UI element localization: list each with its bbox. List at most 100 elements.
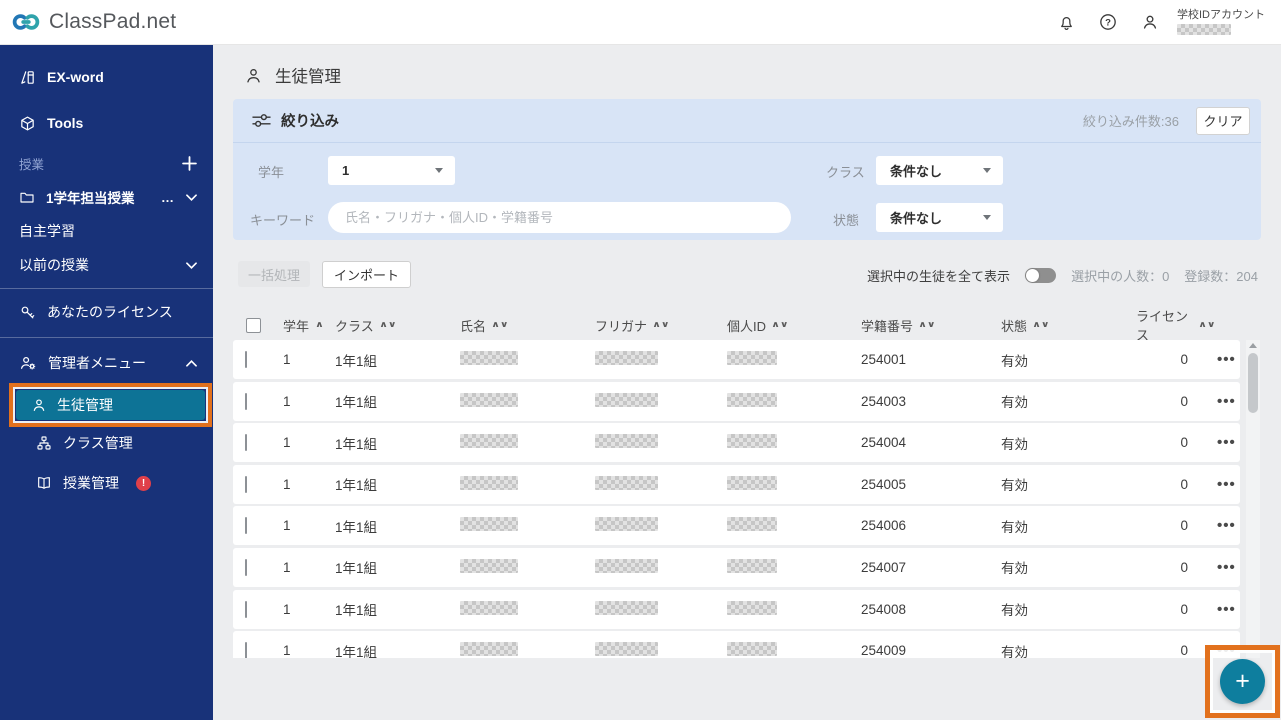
table-scrollbar[interactable] <box>1246 340 1260 658</box>
row-menu-button[interactable]: ••• <box>1214 559 1240 576</box>
grade-select[interactable]: 1 <box>328 156 455 185</box>
sidebar-item-exword[interactable]: EX-word <box>0 61 213 93</box>
cell-grade: 1 <box>273 602 323 617</box>
class-select[interactable]: 条件なし <box>876 156 1003 185</box>
sort-both-icon: ∧∨ <box>1198 322 1215 328</box>
status-select-value: 条件なし <box>890 208 983 227</box>
row-menu-button[interactable]: ••• <box>1214 434 1240 451</box>
column-header-name[interactable]: 氏名∧∨ <box>448 316 583 335</box>
select-all-checkbox[interactable] <box>246 318 261 333</box>
row-menu-button[interactable]: ••• <box>1214 476 1240 493</box>
main-content: 生徒管理 絞り込み 絞り込み件数:36 クリア 学年 1 <box>213 45 1281 720</box>
sidebar-item-self-study[interactable]: 自主学習 <box>0 215 213 247</box>
row-checkbox[interactable] <box>245 517 247 534</box>
keyword-search-input[interactable] <box>328 202 791 233</box>
column-header-class[interactable]: クラス∧∨ <box>323 316 448 335</box>
brand[interactable]: ClassPad.net <box>12 8 176 36</box>
chevron-down-icon[interactable] <box>186 262 197 269</box>
sidebar-item-label: 生徒管理 <box>57 395 113 415</box>
cell-license: 0 <box>1124 602 1214 617</box>
cell-name-redacted <box>448 476 583 493</box>
cell-furigana-redacted <box>583 434 715 451</box>
column-header-grade[interactable]: 学年∧ <box>273 316 323 335</box>
sidebar-item-lesson-folder[interactable]: 1学年担当授業 … <box>0 181 213 213</box>
row-menu-button[interactable]: ••• <box>1214 601 1240 618</box>
cell-student-no: 254004 <box>849 435 989 450</box>
folder-more-icon[interactable]: … <box>161 190 175 205</box>
column-header-furigana[interactable]: フリガナ∧∨ <box>583 316 715 335</box>
tools-cube-icon <box>19 115 36 132</box>
row-checkbox[interactable] <box>245 601 247 618</box>
chevron-down-icon[interactable] <box>186 194 197 201</box>
sidebar-item-student-management-active[interactable]: 生徒管理 <box>16 390 205 420</box>
add-student-fab-button[interactable]: + <box>1220 659 1265 704</box>
tutorial-highlight-frame: 生徒管理 <box>9 383 212 427</box>
row-checkbox[interactable] <box>245 559 247 576</box>
sidebar-item-class-management[interactable]: クラス管理 <box>0 427 213 459</box>
table-row: 1 1年1組 254006 有効 0 ••• <box>233 506 1240 545</box>
chevron-up-icon[interactable] <box>186 360 197 367</box>
account-menu[interactable]: 学校IDアカウント <box>1177 10 1265 35</box>
row-checkbox[interactable] <box>245 351 247 368</box>
sort-both-icon: ∧∨ <box>771 322 788 328</box>
sidebar-item-license[interactable]: あなたのライセンス <box>0 296 213 328</box>
cell-personal-id-redacted <box>715 434 849 451</box>
sort-both-icon: ∧∨ <box>918 322 935 328</box>
book-icon <box>36 475 52 491</box>
row-menu-button[interactable]: ••• <box>1214 393 1240 410</box>
notifications-bell-icon[interactable] <box>1055 11 1077 33</box>
toggle-knob <box>1026 269 1039 282</box>
column-header-status[interactable]: 状態∧∨ <box>989 316 1124 335</box>
cell-status: 有効 <box>989 433 1124 453</box>
row-checkbox[interactable] <box>245 393 247 410</box>
show-selected-toggle[interactable] <box>1025 268 1056 283</box>
scroll-up-arrow-icon[interactable] <box>1249 343 1257 348</box>
row-checkbox[interactable] <box>245 642 247 658</box>
cell-grade: 1 <box>273 518 323 533</box>
cell-class: 1年1組 <box>323 474 448 494</box>
keyword-label: キーワード <box>250 210 315 229</box>
bulk-action-button[interactable]: 一括処理 <box>238 261 310 287</box>
row-checkbox[interactable] <box>245 476 247 493</box>
sidebar-item-previous-lessons[interactable]: 以前の授業 <box>0 249 213 281</box>
row-menu-button[interactable]: ••• <box>1214 351 1240 368</box>
column-header-license[interactable]: ライセンス∧∨ <box>1124 306 1214 344</box>
table-row: 1 1年1組 254009 有効 0 ••• <box>233 631 1240 658</box>
cell-grade: 1 <box>273 560 323 575</box>
import-button[interactable]: インポート <box>322 261 411 288</box>
scrollbar-thumb[interactable] <box>1248 353 1258 413</box>
sidebar-item-admin-menu[interactable]: 管理者メニュー <box>0 347 213 379</box>
table-row: 1 1年1組 254005 有効 0 ••• <box>233 465 1240 504</box>
cell-student-no: 254001 <box>849 352 989 367</box>
cell-name-redacted <box>448 601 583 618</box>
person-icon <box>31 397 47 413</box>
cell-grade: 1 <box>273 394 323 409</box>
add-lesson-icon[interactable] <box>182 156 197 171</box>
column-header-personal-id[interactable]: 個人ID∧∨ <box>715 316 849 335</box>
admin-person-gear-icon <box>19 354 37 372</box>
class-select-value: 条件なし <box>890 161 983 180</box>
sidebar-item-tools[interactable]: Tools <box>0 107 213 139</box>
caret-down-icon <box>983 215 991 220</box>
row-menu-button[interactable]: ••• <box>1214 517 1240 534</box>
sidebar-item-lesson-management[interactable]: 授業管理 ! <box>0 467 213 499</box>
exword-icon <box>19 69 36 86</box>
cell-license: 0 <box>1124 643 1214 658</box>
clear-filter-button[interactable]: クリア <box>1196 107 1250 135</box>
cell-student-no: 254007 <box>849 560 989 575</box>
caret-down-icon <box>983 168 991 173</box>
cell-student-no: 254005 <box>849 477 989 492</box>
status-select[interactable]: 条件なし <box>876 203 1003 232</box>
cell-name-redacted <box>448 642 583 658</box>
row-checkbox[interactable] <box>245 434 247 451</box>
cell-student-no: 254008 <box>849 602 989 617</box>
column-header-student-no[interactable]: 学籍番号∧∨ <box>849 316 989 335</box>
help-icon[interactable]: ? <box>1097 11 1119 33</box>
svg-text:?: ? <box>1105 18 1111 29</box>
sort-both-icon: ∧∨ <box>1032 322 1049 328</box>
cell-grade: 1 <box>273 643 323 658</box>
sort-asc-icon: ∧ <box>315 322 324 328</box>
user-icon[interactable] <box>1139 11 1161 33</box>
cell-license: 0 <box>1124 394 1214 409</box>
filter-panel: 絞り込み 絞り込み件数:36 クリア 学年 1 クラス 条件なし キーワード 状… <box>233 99 1261 240</box>
